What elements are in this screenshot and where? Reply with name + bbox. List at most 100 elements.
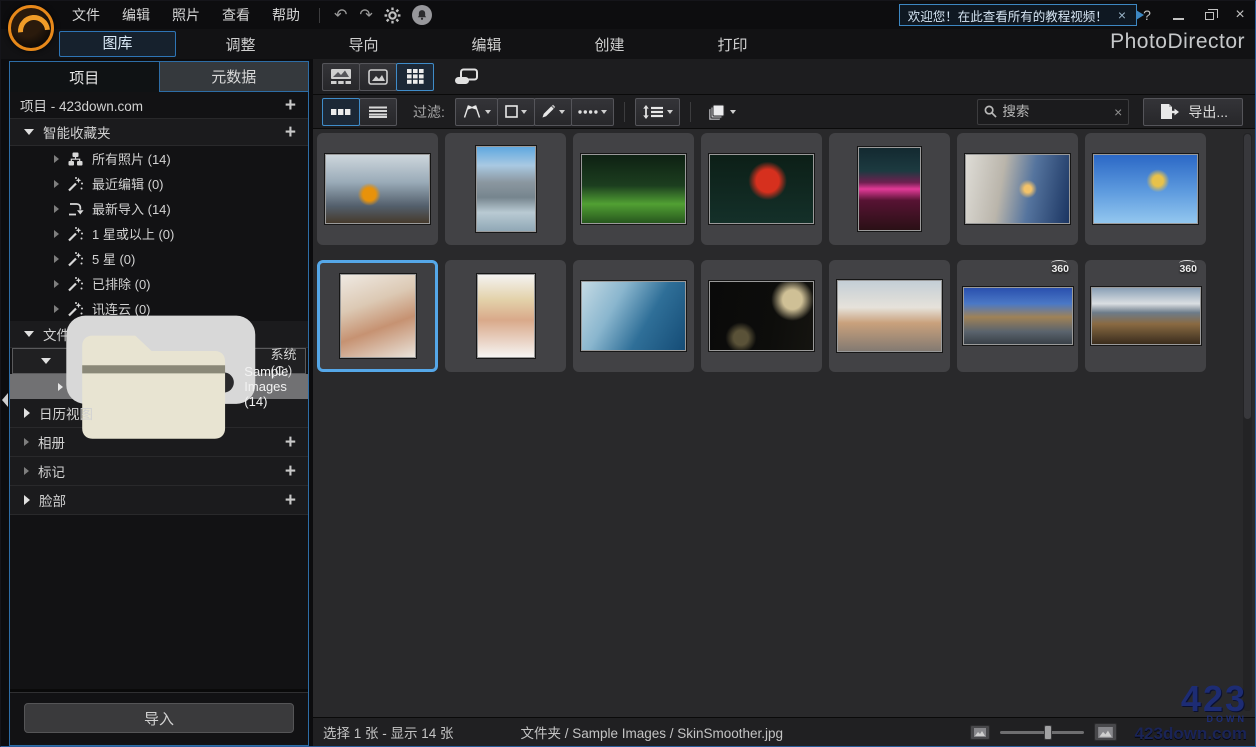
photo-woman-laughing[interactable] — [445, 260, 566, 372]
viewer-view-icon[interactable] — [359, 62, 397, 91]
welcome-notification-bubble[interactable]: 欢迎您！在此查看所有的教程视频！ × — [898, 4, 1144, 26]
project-title: 项目 - 423down.com — [20, 99, 144, 114]
menu-edit[interactable]: 编辑 — [111, 5, 161, 25]
tab-library[interactable]: 图库 — [59, 31, 176, 57]
tab-create[interactable]: 创建 — [548, 34, 671, 55]
tab-edit[interactable]: 编辑 — [425, 34, 548, 55]
photo-woman-on-beach[interactable] — [829, 260, 950, 372]
menu-file[interactable]: 文件 — [61, 5, 111, 25]
expand-arrow-icon[interactable] — [54, 279, 59, 288]
add-project-button[interactable]: + — [283, 96, 298, 115]
photo-skateboarder[interactable] — [1085, 133, 1206, 245]
flags-filter-icon[interactable] — [454, 97, 498, 126]
photo-maple-leaf[interactable] — [701, 133, 822, 245]
dual-display-icon[interactable] — [448, 63, 486, 91]
sidebar-section-tags[interactable]: 标记 + — [10, 457, 308, 486]
tab-metadata[interactable]: 元数据 — [159, 62, 308, 92]
expand-arrow-icon[interactable] — [54, 304, 59, 313]
thumbnail-mode-icon[interactable] — [322, 97, 360, 126]
stack-photos-icon[interactable] — [701, 98, 742, 126]
divider — [319, 7, 320, 23]
photo-cliff-boat[interactable] — [445, 133, 566, 245]
undo-icon[interactable]: ↶ — [328, 5, 353, 25]
expand-arrow-icon[interactable] — [24, 467, 29, 475]
sidebar-item-all-photos[interactable]: 所有照片 (14) — [10, 146, 308, 171]
grid-view-icon[interactable] — [396, 62, 434, 91]
chevron-down-icon[interactable] — [24, 129, 34, 135]
add-button[interactable]: + — [283, 462, 298, 481]
photo-ocean-wave[interactable] — [573, 260, 694, 372]
filter-button-group — [454, 97, 614, 126]
menu-photo[interactable]: 照片 — [161, 5, 211, 25]
redo-icon[interactable]: ↷ — [353, 5, 378, 25]
expand-arrow-icon[interactable] — [24, 495, 30, 505]
thumbnail-size-slider[interactable] — [1000, 724, 1084, 740]
expand-arrow-icon[interactable] — [54, 254, 59, 263]
menu-help[interactable]: 帮助 — [261, 5, 311, 25]
collapse-sidebar-icon[interactable] — [2, 393, 8, 407]
smart-collections-header[interactable]: 智能收藏夹 + — [10, 119, 308, 146]
photo-thumbnail — [324, 153, 431, 225]
tab-project[interactable]: 项目 — [10, 62, 160, 92]
filter-toolbar: 过滤: × — [313, 95, 1255, 129]
photo-dark-window[interactable] — [701, 260, 822, 372]
sidebar-collapse-strip[interactable] — [1, 59, 9, 746]
import-icon — [67, 201, 84, 217]
add-button[interactable]: + — [283, 491, 298, 510]
expand-arrow-icon[interactable] — [54, 229, 59, 238]
large-thumbnail-icon[interactable] — [1094, 723, 1117, 741]
sidebar-item-one-star-or-better[interactable]: 1 星或以上 (0) — [10, 221, 308, 246]
expand-arrow-icon[interactable] — [54, 204, 59, 213]
search-clear-icon[interactable]: × — [1114, 104, 1122, 120]
slider-knob[interactable] — [1044, 724, 1052, 740]
sidebar-item-recently-edited[interactable]: 最近编辑 (0) — [10, 171, 308, 196]
expand-arrow-icon[interactable] — [24, 438, 29, 446]
vertical-scrollbar[interactable] — [1243, 133, 1252, 711]
tab-guided[interactable]: 导向 — [302, 34, 425, 55]
sidebar-section-faces[interactable]: 脸部 + — [10, 486, 308, 515]
browser-view-icon[interactable] — [322, 62, 360, 91]
tab-adjustment[interactable]: 调整 — [179, 34, 302, 55]
photo-woman-smiling[interactable] — [317, 260, 438, 372]
photo-forest-light[interactable] — [573, 133, 694, 245]
edited-filter-icon[interactable] — [533, 97, 572, 126]
sidebar-item-latest-imports[interactable]: 最新导入 (14) — [10, 196, 308, 221]
add-smart-collection-button[interactable]: + — [283, 123, 298, 142]
help-button[interactable]: ? — [1140, 7, 1154, 23]
more-filters-icon[interactable] — [570, 97, 614, 126]
expand-arrow-icon[interactable] — [24, 408, 30, 418]
expand-arrow-icon[interactable] — [54, 154, 59, 163]
photo-thumbnail — [964, 153, 1071, 225]
sidebar-item-sample-images[interactable]: Sample Images (14) — [10, 336, 308, 440]
photo-thumbnail — [580, 280, 687, 352]
add-button[interactable]: + — [283, 433, 298, 452]
restore-button[interactable] — [1204, 9, 1218, 20]
export-button[interactable]: 导出... — [1143, 97, 1243, 126]
menu-view[interactable]: 查看 — [211, 5, 261, 25]
current-photo-path: 文件夹 / Sample Images / SkinSmoother.jpg — [520, 726, 784, 741]
list-mode-icon[interactable] — [359, 97, 397, 126]
expand-arrow-icon[interactable] — [58, 382, 63, 391]
import-button[interactable]: 导入 — [24, 703, 294, 733]
sort-order-icon[interactable] — [634, 97, 680, 126]
360-badge: 360 — [1179, 260, 1197, 275]
expand-arrow-icon[interactable] — [54, 179, 59, 188]
notifications-bell-icon[interactable] — [411, 5, 432, 25]
notification-close-icon[interactable]: × — [1116, 7, 1128, 23]
photo-pano-canyon[interactable]: 360 — [957, 260, 1078, 372]
chevron-down-icon[interactable] — [41, 358, 51, 364]
settings-gear-icon[interactable] — [379, 7, 406, 24]
chevron-down-icon[interactable] — [24, 331, 34, 337]
photo-rocket-launch[interactable] — [957, 133, 1078, 245]
scrollbar-thumb[interactable] — [1244, 134, 1251, 419]
minimize-button[interactable] — [1172, 10, 1184, 20]
photo-basketball-dunk[interactable] — [317, 133, 438, 245]
photo-pano-valley[interactable]: 360 — [1085, 260, 1206, 372]
search-input[interactable] — [1002, 104, 1110, 119]
small-thumbnail-icon[interactable] — [970, 724, 990, 740]
close-button[interactable]: × — [1233, 6, 1247, 23]
photo-thumbnail — [857, 146, 922, 232]
photo-neon-shop[interactable] — [829, 133, 950, 245]
rating-filter-icon[interactable] — [496, 97, 535, 126]
tab-print[interactable]: 打印 — [671, 34, 794, 55]
